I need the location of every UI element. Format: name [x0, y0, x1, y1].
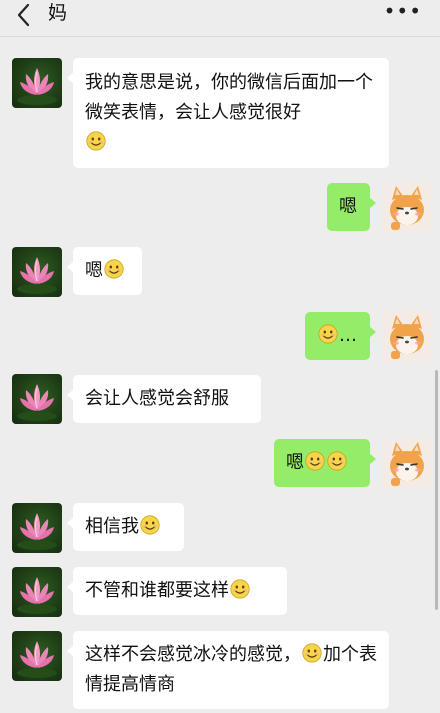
lotus-icon [12, 503, 62, 553]
self-avatar[interactable] [382, 311, 432, 361]
message-bubble[interactable]: 会让人感觉会舒服 [67, 375, 261, 423]
self-avatar[interactable] [382, 182, 432, 232]
shiba-dog-icon [382, 311, 432, 361]
message-text: 这样不会感觉冰冷的感觉， [85, 644, 301, 665]
contact-avatar[interactable] [12, 247, 62, 297]
message-bubble[interactable]: 嗯 [274, 439, 376, 487]
contact-avatar[interactable] [12, 374, 62, 424]
chevron-left-icon[interactable] [12, 2, 36, 28]
message-text: 嗯 [286, 452, 304, 473]
contact-avatar[interactable] [12, 631, 62, 681]
message-text: 嗯 [339, 196, 357, 217]
lotus-icon [12, 247, 62, 297]
chat-header: 妈 ••• [0, 0, 440, 37]
smile-emoji-icon [305, 451, 325, 471]
chat-title: 妈 [48, 2, 68, 24]
smile-emoji-icon [327, 451, 347, 471]
message-text: 嗯 [85, 260, 103, 281]
smile-emoji-icon [104, 259, 124, 279]
lotus-icon [12, 567, 62, 617]
smile-emoji-icon [318, 324, 338, 344]
scrollbar[interactable] [435, 370, 438, 610]
self-avatar[interactable] [382, 438, 432, 488]
message-bubble[interactable]: 嗯 [67, 247, 142, 295]
message-text: 我的意思是说，你的微信后面加一个微笑表情，会让人感觉很好 [85, 72, 373, 123]
smile-emoji-icon [302, 643, 322, 663]
message-text: … [339, 325, 357, 346]
lotus-icon [12, 58, 62, 108]
smile-emoji-icon [140, 515, 160, 535]
message-bubble[interactable]: … [305, 312, 376, 360]
message-bubble[interactable]: 嗯 [327, 183, 376, 231]
smile-emoji-icon [230, 579, 250, 599]
contact-avatar[interactable] [12, 58, 62, 108]
contact-avatar[interactable] [12, 567, 62, 617]
contact-avatar[interactable] [12, 503, 62, 553]
shiba-dog-icon [382, 182, 432, 232]
lotus-icon [12, 631, 62, 681]
message-text: 相信我 [85, 516, 139, 537]
message-bubble[interactable]: 不管和谁都要这样 [67, 567, 287, 615]
lotus-icon [12, 374, 62, 424]
message-text: 会让人感觉会舒服 [85, 388, 229, 409]
shiba-dog-icon [382, 438, 432, 488]
smile-emoji-icon [86, 131, 106, 151]
more-options-icon[interactable]: ••• [384, 0, 422, 22]
message-text: 不管和谁都要这样 [85, 580, 229, 601]
message-bubble[interactable]: 相信我 [67, 503, 184, 551]
message-bubble[interactable]: 我的意思是说，你的微信后面加一个微笑表情，会让人感觉很好 [67, 58, 389, 168]
message-bubble[interactable]: 这样不会感觉冰冷的感觉， 加个表情提高情商 [67, 631, 389, 709]
